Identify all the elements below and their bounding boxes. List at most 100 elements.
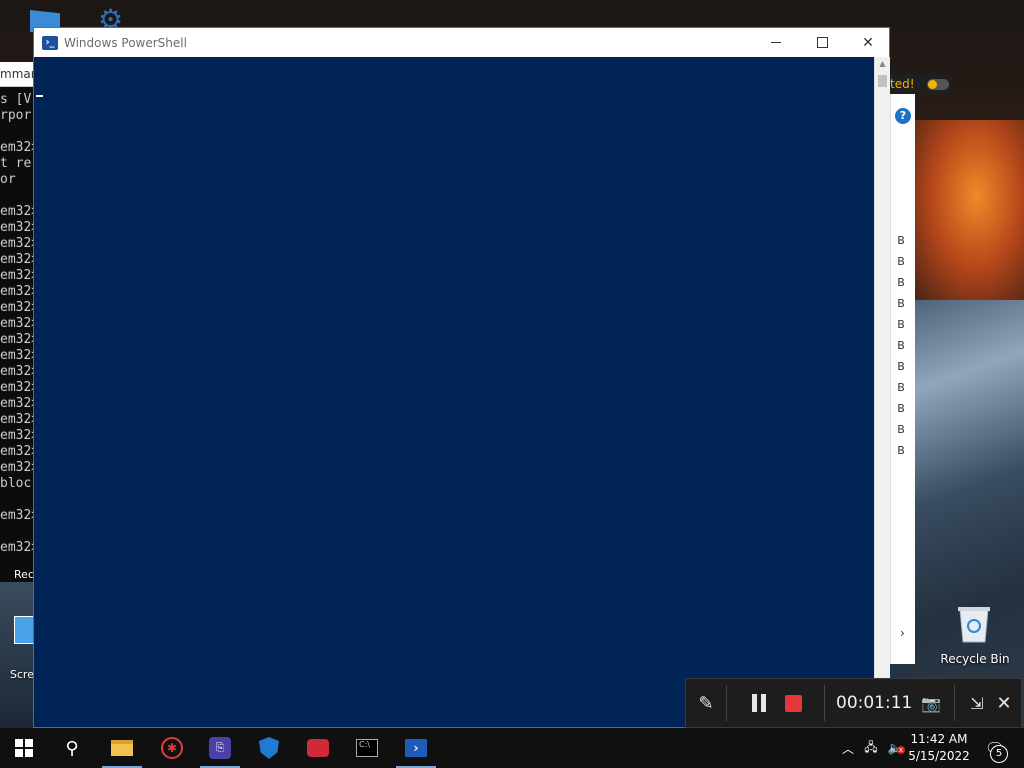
cmd-line: em32> [0,380,34,395]
network-icon[interactable]: 🖧 [860,728,882,768]
file-size-suffix: B [897,381,905,394]
taskbar-powershell[interactable]: › [392,728,440,768]
clock[interactable]: 11:42 AM 5/15/2022 [906,728,972,768]
desktop-icon-label[interactable]: Rec [0,568,34,581]
maximize-icon [816,37,828,48]
notification-text: ted! [890,77,915,91]
search-icon: ⚲ [65,737,79,759]
divider [954,685,955,721]
camera-icon[interactable]: 📷 [918,679,944,727]
toggle-switch[interactable] [927,79,949,90]
file-size-suffix: B [897,339,905,352]
file-size-suffix: B [897,360,905,373]
cmd-line: em32> [0,236,34,251]
cmd-line: em32> [0,540,34,555]
desktop-icon-label[interactable]: Scre [0,668,34,681]
wallpaper-sky [905,120,1024,310]
scroll-up-icon[interactable]: ▲ [875,59,890,71]
vertical-scrollbar[interactable]: ▲ [874,57,890,727]
powershell-window[interactable]: ›_ Windows PowerShell ✕ ▲ [33,27,890,728]
maximize-button[interactable] [799,28,845,57]
cmd-line: em32> [0,412,34,427]
pause-icon [752,694,766,712]
taskbar-file-explorer[interactable] [98,728,146,768]
divider [824,685,825,721]
close-button[interactable]: ✕ [845,28,891,57]
cmd-line: em32> [0,396,34,411]
cmd-line: em32> [0,316,34,331]
recording-toolbar: ✎ 00:01:11 📷 ⇲ ✕ [685,678,1022,728]
pause-button[interactable] [746,679,772,727]
cmd-line: em32> [0,460,34,475]
cmd-line: em32> [0,284,34,299]
help-icon[interactable]: ? [895,108,911,124]
recycle-bin-label[interactable]: Recycle Bin [940,652,1010,666]
start-button[interactable] [0,728,48,768]
cmd-line: em32> [0,348,34,363]
file-size-suffix: B [897,423,905,436]
pen-icon[interactable]: ✎ [686,679,726,727]
cmd-line: em32> [0,332,34,347]
folder-icon [111,740,133,756]
taskbar: ⚲ ✱ ⎘ C:\ › ︿ 🖧 🔈 🗨 [0,728,1024,768]
background-cmd-title[interactable]: mman [0,62,34,87]
elapsed-time: 00:01:11 [836,693,913,713]
cmd-line: em32> [0,204,34,219]
purple-app-icon: ⎘ [209,737,231,759]
scroll-thumb[interactable] [878,75,887,87]
cmd-line: em32> [0,364,34,379]
taskbar-app-recorder[interactable] [294,728,342,768]
cmd-line: or [0,172,16,187]
red-app-icon: ✱ [161,737,183,759]
notification-count: 5 [990,745,1008,763]
stop-icon [784,694,802,712]
powershell-icon: › [405,739,427,757]
export-icon[interactable]: ⇲ [966,679,988,727]
file-size-suffix: B [897,297,905,310]
file-size-suffix: B [897,255,905,268]
cmd-line: em32> [0,428,34,443]
background-explorer-window[interactable] [890,94,915,664]
windows-icon [15,739,33,757]
taskbar-app-red[interactable]: ✱ [148,728,196,768]
clock-time: 11:42 AM [910,732,968,746]
minimize-button[interactable] [753,28,799,57]
clock-date: 5/15/2022 [908,749,970,763]
shield-icon [259,737,279,759]
text-cursor [36,95,43,97]
search-button[interactable]: ⚲ [48,728,96,768]
cmd-line: s [V [0,92,32,107]
close-icon: ✕ [862,34,874,51]
file-size-suffix: B [897,402,905,415]
recycle-bin-icon[interactable] [956,604,992,644]
background-cmd-title-text: mman [0,67,34,81]
powershell-icon: ›_ [42,35,58,50]
tray-overflow-button[interactable]: ︿ [838,728,858,768]
title-bar[interactable]: ›_ Windows PowerShell ✕ [34,28,889,57]
file-size-suffix: B [897,276,905,289]
console-area[interactable] [34,57,874,727]
chevron-up-icon: ︿ [841,741,854,756]
cmd-line: bloc [0,476,32,491]
file-size-suffix: B [897,318,905,331]
mute-badge-icon: x [897,746,905,754]
cmd-line: em32> [0,300,34,315]
help-label: ? [899,109,907,122]
close-icon[interactable]: ✕ [992,679,1016,727]
taskbar-app-shield[interactable] [245,728,293,768]
stop-button[interactable] [780,679,806,727]
taskbar-app-purple[interactable]: ⎘ [196,728,244,768]
file-size-suffix: B [897,234,905,247]
cmd-line: t re [0,156,32,171]
cmd-line: em32> [0,268,34,283]
cmd-line: em32> [0,508,34,523]
background-cmd-window[interactable]: s [Vrporem32>t reorem32>em32>em32>em32>e… [0,62,34,582]
cmd-line: rpor [0,108,32,123]
cmd-line: em32> [0,252,34,267]
cmd-line: em32> [0,140,34,155]
window-title: Windows PowerShell [64,35,187,50]
taskbar-cmd[interactable]: C:\ [343,728,391,768]
video-camera-icon [307,739,329,757]
chevron-right-icon[interactable]: › [900,626,905,640]
cmd-line: em32> [0,444,34,459]
